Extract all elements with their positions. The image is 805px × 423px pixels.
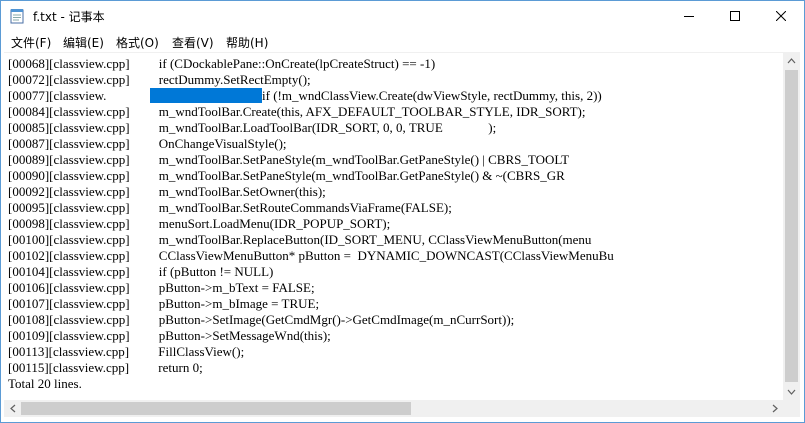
- minimize-button[interactable]: [666, 1, 712, 31]
- vertical-scroll-thumb[interactable]: [785, 70, 798, 382]
- horizontal-scrollbar[interactable]: [4, 400, 783, 417]
- text-line: [00087][classview.cpp] OnChangeVisualSty…: [8, 136, 287, 151]
- selected-text: cpp]: [106, 88, 130, 103]
- menu-view[interactable]: 查看(V): [172, 34, 214, 51]
- text-line: [00113][classview.cpp] FillClassView();: [8, 344, 245, 359]
- close-button[interactable]: [758, 1, 804, 31]
- text-line: [00072][classview.cpp] rectDummy.SetRect…: [8, 72, 311, 87]
- scroll-up-button[interactable]: [783, 52, 800, 69]
- title-bar[interactable]: f.txt - 记事本: [1, 1, 804, 31]
- text-line: [00068][classview.cpp] if (CDockablePane…: [8, 56, 436, 71]
- text-line: [00085][classview.cpp] m_wndToolBar.Load…: [8, 120, 497, 135]
- chevron-right-icon: [772, 404, 778, 413]
- text-line: [00090][classview.cpp] m_wndToolBar.SetP…: [8, 168, 565, 183]
- maximize-button[interactable]: [712, 1, 758, 31]
- text-line: [00095][classview.cpp] m_wndToolBar.SetR…: [8, 200, 452, 215]
- text-selection: [150, 88, 262, 103]
- menu-bar: 文件(F) 编辑(E) 格式(O) 查看(V) 帮助(H): [1, 31, 804, 52]
- text-editor[interactable]: [00068][classview.cpp] if (CDockablePane…: [4, 52, 783, 401]
- vertical-scrollbar[interactable]: [783, 52, 800, 400]
- chevron-down-icon: [787, 389, 796, 395]
- scroll-left-button[interactable]: [4, 400, 21, 417]
- chevron-up-icon: [787, 57, 796, 63]
- scroll-right-button[interactable]: [766, 400, 783, 417]
- notepad-icon: [10, 9, 24, 24]
- horizontal-scroll-thumb[interactable]: [21, 402, 411, 415]
- text-line: [00106][classview.cpp] pButton->m_bText …: [8, 280, 315, 295]
- line-prefix: [00077][classview.: [8, 88, 107, 103]
- text-line: [00107][classview.cpp] pButton->m_bImage…: [8, 296, 320, 311]
- text-line: [00104][classview.cpp] if (pButton != NU…: [8, 264, 274, 279]
- scroll-down-button[interactable]: [783, 383, 800, 400]
- text-line: [00109][classview.cpp] pButton->SetMessa…: [8, 328, 331, 343]
- line-suffix: if (!m_wndClassView.Create(dwViewStyle, …: [262, 88, 602, 103]
- minimize-icon: [684, 16, 694, 17]
- menu-file[interactable]: 文件(F): [11, 34, 51, 51]
- text-line-total: Total 20 lines.: [8, 376, 82, 391]
- menu-help[interactable]: 帮助(H): [226, 34, 268, 51]
- text-line: [00100][classview.cpp] m_wndToolBar.Repl…: [8, 232, 592, 247]
- text-line: [00084][classview.cpp] m_wndToolBar.Crea…: [8, 104, 586, 119]
- menu-format[interactable]: 格式(O): [116, 34, 159, 51]
- menu-edit[interactable]: 编辑(E): [63, 34, 104, 51]
- text-line: [00089][classview.cpp] m_wndToolBar.SetP…: [8, 152, 570, 167]
- maximize-icon: [730, 11, 740, 21]
- text-line: [00102][classview.cpp] CClassViewMenuBut…: [8, 248, 614, 263]
- text-line: [00115][classview.cpp] return 0;: [8, 360, 203, 375]
- window-title: f.txt - 记事本: [33, 10, 105, 24]
- text-line: [00108][classview.cpp] pButton->SetImage…: [8, 312, 515, 327]
- text-line: [00092][classview.cpp] m_wndToolBar.SetO…: [8, 184, 326, 199]
- text-line: [00098][classview.cpp] menuSort.LoadMenu…: [8, 216, 391, 231]
- chevron-left-icon: [9, 404, 15, 413]
- close-icon: [776, 11, 786, 21]
- notepad-window: f.txt - 记事本 文件(F) 编辑(E) 格式(O) 查看(V) 帮助(H…: [0, 0, 805, 423]
- text-line-selected: [00077][classview.cpp] if (!m_wndClassVie…: [8, 88, 602, 104]
- scrollbar-corner: [783, 400, 800, 417]
